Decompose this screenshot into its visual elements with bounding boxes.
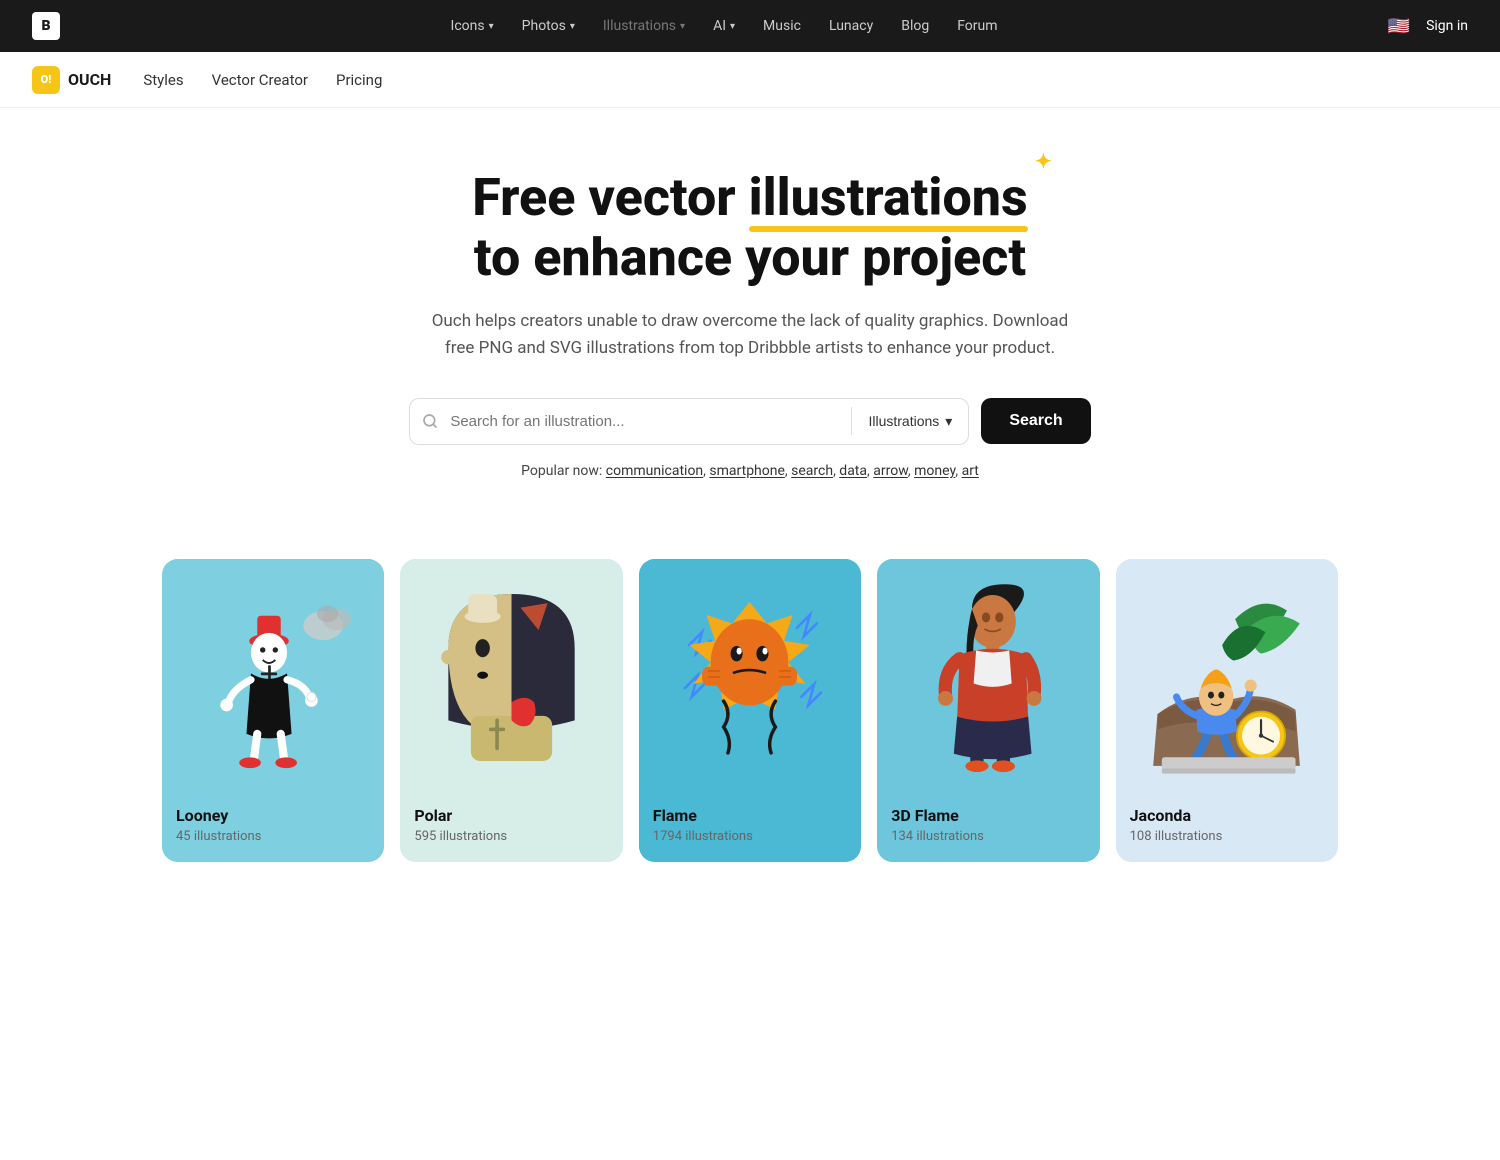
card-polar-info: Polar 595 illustrations <box>400 792 622 862</box>
chevron-down-icon: ▾ <box>489 21 494 32</box>
subnav-styles[interactable]: Styles <box>143 71 183 89</box>
card-polar-image <box>400 559 622 793</box>
card-3dflame-info: 3D Flame 134 illustrations <box>877 792 1099 862</box>
popular-link-communication[interactable]: communication <box>606 463 703 479</box>
nav-icons[interactable]: Icons ▾ <box>451 18 494 34</box>
card-flame-count: 1794 illustrations <box>653 829 847 844</box>
hero-highlight: illustrations <box>749 168 1028 228</box>
search-type-dropdown[interactable]: Illustrations ▾ <box>852 413 968 430</box>
signin-link[interactable]: Sign in <box>1426 18 1468 34</box>
card-flame-info: Flame 1794 illustrations <box>639 792 861 862</box>
ouch-brand-name: OUCH <box>68 70 111 89</box>
card-jaconda[interactable]: Jaconda 108 illustrations <box>1116 559 1338 863</box>
card-flame[interactable]: Flame 1794 illustrations <box>639 559 861 863</box>
popular-link-money[interactable]: money <box>914 463 955 479</box>
nav-photos[interactable]: Photos ▾ <box>522 18 575 34</box>
subnav-vector-creator[interactable]: Vector Creator <box>212 71 308 89</box>
card-polar-count: 595 illustrations <box>414 829 608 844</box>
card-3dflame-title: 3D Flame <box>891 806 1085 825</box>
sub-navigation: O! OUCH Styles Vector Creator Pricing <box>0 52 1500 108</box>
nav-music[interactable]: Music <box>763 18 801 34</box>
card-jaconda-info: Jaconda 108 illustrations <box>1116 792 1338 862</box>
ouch-logo[interactable]: O! OUCH <box>32 66 111 94</box>
popular-now: Popular now: communication, smartphone, … <box>320 463 1180 479</box>
search-input[interactable] <box>450 399 851 444</box>
card-looney-count: 45 illustrations <box>176 829 370 844</box>
subnav-pricing[interactable]: Pricing <box>336 71 382 89</box>
hero-subtitle: Ouch helps creators unable to draw overc… <box>430 308 1070 362</box>
cards-grid: Looney 45 illustrations <box>162 559 1338 863</box>
card-looney-title: Looney <box>176 806 370 825</box>
language-flag[interactable]: 🇺🇸 <box>1388 18 1410 34</box>
popular-link-smartphone[interactable]: smartphone <box>709 463 785 479</box>
hero-section: Free vector illustrations to enhance you… <box>300 108 1200 519</box>
card-flame-title: Flame <box>653 806 847 825</box>
nav-ai[interactable]: AI ▾ <box>713 18 735 34</box>
nav-lunacy[interactable]: Lunacy <box>829 18 873 34</box>
card-looney-info: Looney 45 illustrations <box>162 792 384 862</box>
card-jaconda-count: 108 illustrations <box>1130 829 1324 844</box>
card-3dflame[interactable]: 3D Flame 134 illustrations <box>877 559 1099 863</box>
chevron-down-icon: ▾ <box>730 21 735 32</box>
card-3dflame-count: 134 illustrations <box>891 829 1085 844</box>
cards-section: Looney 45 illustrations <box>130 519 1370 903</box>
card-jaconda-title: Jaconda <box>1130 806 1324 825</box>
chevron-down-icon: ▾ <box>680 21 685 32</box>
card-polar[interactable]: Polar 595 illustrations <box>400 559 622 863</box>
ouch-badge: O! <box>32 66 60 94</box>
popular-link-art[interactable]: art <box>962 463 979 479</box>
chevron-down-icon: ▾ <box>570 21 575 32</box>
brand-logo[interactable]: B <box>32 12 60 40</box>
popular-link-search[interactable]: search <box>791 463 833 479</box>
popular-link-arrow[interactable]: arrow <box>873 463 908 479</box>
card-3dflame-image <box>877 559 1099 793</box>
search-icon <box>410 413 450 429</box>
card-looney[interactable]: Looney 45 illustrations <box>162 559 384 863</box>
nav-forum[interactable]: Forum <box>957 18 997 34</box>
search-button[interactable]: Search <box>981 398 1090 444</box>
search-bar-container: Illustrations ▾ Search <box>320 398 1180 445</box>
card-polar-title: Polar <box>414 806 608 825</box>
nav-blog[interactable]: Blog <box>901 18 929 34</box>
popular-link-data[interactable]: data <box>839 463 867 479</box>
sub-nav-links: Styles Vector Creator Pricing <box>143 71 382 89</box>
chevron-down-icon: ▾ <box>945 413 952 430</box>
top-nav-links: Icons ▾ Photos ▾ Illustrations ▾ AI ▾ Mu… <box>60 18 1388 34</box>
nav-illustrations[interactable]: Illustrations ▾ <box>603 18 685 34</box>
top-navigation: B Icons ▾ Photos ▾ Illustrations ▾ AI ▾ … <box>0 0 1500 52</box>
top-nav-right: 🇺🇸 Sign in <box>1388 18 1468 34</box>
search-box: Illustrations ▾ <box>409 398 969 445</box>
card-flame-image <box>639 559 861 793</box>
hero-title: Free vector illustrations to enhance you… <box>320 168 1180 288</box>
card-looney-image <box>162 559 384 793</box>
card-jaconda-image <box>1116 559 1338 793</box>
